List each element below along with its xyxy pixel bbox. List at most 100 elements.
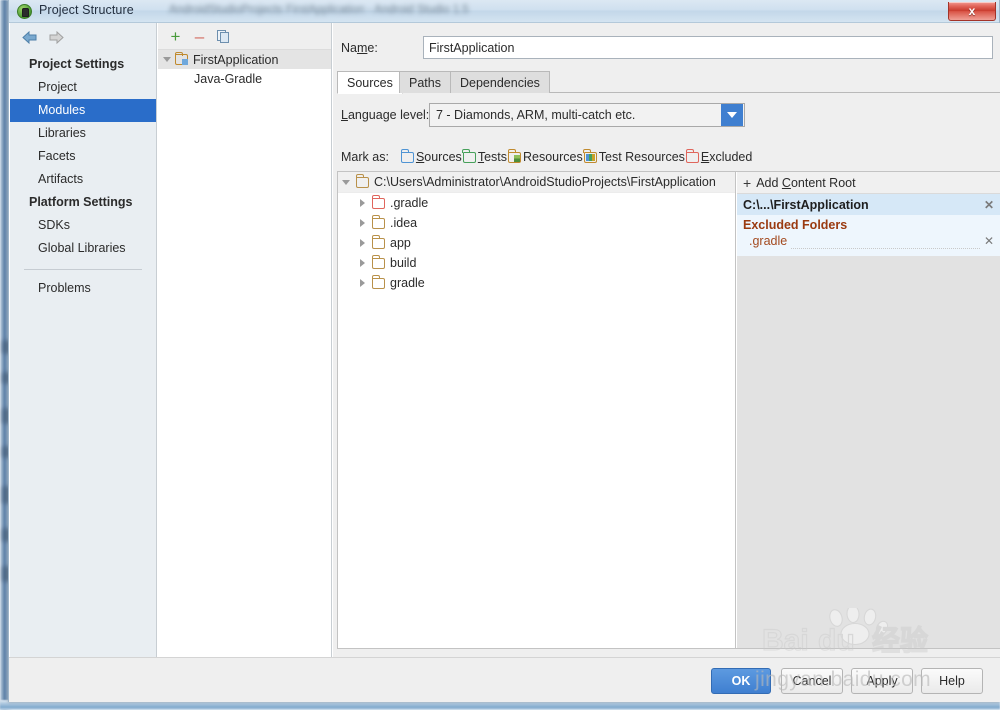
mark-as-excluded-button[interactable]: Excluded xyxy=(685,149,753,164)
add-content-root-button[interactable]: + Add Content Root xyxy=(737,172,1000,194)
sidebar-item-libraries[interactable]: Libraries xyxy=(10,122,156,145)
mark-as-label: Mark as: xyxy=(341,150,389,164)
modules-toolbar: + – xyxy=(158,23,331,50)
remove-module-button[interactable]: – xyxy=(191,28,208,45)
back-button[interactable] xyxy=(21,30,38,45)
plus-icon: + xyxy=(743,174,752,191)
add-content-root-label: Add Content Root xyxy=(756,175,856,190)
tree-item-label: .idea xyxy=(390,216,418,230)
arrow-right-icon xyxy=(49,31,64,44)
cancel-button[interactable]: Cancel xyxy=(781,668,843,694)
tree-row-gradle[interactable]: gradle xyxy=(338,273,735,293)
settings-sidebar: Project Settings Project Modules Librari… xyxy=(10,23,157,657)
folder-resources-icon xyxy=(507,149,521,163)
mark-as-sources-label: Sources xyxy=(415,150,462,164)
mark-as-tests-label: Tests xyxy=(477,150,507,164)
tree-row-app[interactable]: app xyxy=(338,233,735,253)
folder-test-resources-icon xyxy=(583,149,597,163)
folder-sources-icon xyxy=(400,149,414,163)
sidebar-item-problems[interactable]: Problems xyxy=(10,277,156,300)
mark-as-resources-button[interactable]: Resources xyxy=(507,149,583,164)
module-folder-icon xyxy=(174,51,188,65)
modules-panel: + – FirstApplication Java-Gradle xyxy=(158,23,332,657)
tree-row-root[interactable]: C:\Users\Administrator\AndroidStudioProj… xyxy=(338,172,735,193)
navigation-toolbar xyxy=(10,23,156,51)
excluded-folder-row[interactable]: .gradle ✕ xyxy=(737,234,1000,252)
help-button[interactable]: Help xyxy=(921,668,983,694)
tree-row-gradle-hidden[interactable]: .gradle xyxy=(338,193,735,213)
folder-icon xyxy=(355,174,369,188)
tree-item-label: app xyxy=(390,236,411,250)
sidebar-divider xyxy=(24,269,142,270)
content-tree[interactable]: C:\Users\Administrator\AndroidStudioProj… xyxy=(338,172,736,648)
name-row: Name: xyxy=(341,36,993,60)
mark-as-test-resources-button[interactable]: Test Resources xyxy=(583,149,685,164)
excluded-folder-label: .gradle xyxy=(749,234,788,248)
forward-button[interactable] xyxy=(47,30,64,45)
folder-excluded-icon xyxy=(685,149,699,163)
name-label: Name: xyxy=(341,41,378,55)
language-level-select[interactable]: 7 - Diamonds, ARM, multi-catch etc. xyxy=(429,103,745,127)
chevron-down-icon xyxy=(163,57,171,62)
nav-group-platform-settings: Platform Settings xyxy=(29,195,133,209)
chevron-right-icon[interactable] xyxy=(360,239,365,247)
module-tree-item-firstapplication[interactable]: FirstApplication xyxy=(158,50,331,69)
settings-nav-list: Project Settings Project Modules Librari… xyxy=(10,51,156,300)
tab-sources[interactable]: Sources xyxy=(337,71,403,94)
screen-root: AndroidStudioProjects FirstApplication -… xyxy=(0,0,1000,710)
content-panes: C:\Users\Administrator\AndroidStudioProj… xyxy=(337,171,1000,649)
facet-label: Java-Gradle xyxy=(194,71,263,86)
sidebar-item-artifacts[interactable]: Artifacts xyxy=(10,168,156,191)
apply-button[interactable]: Apply xyxy=(851,668,913,694)
tab-dependencies[interactable]: Dependencies xyxy=(450,71,550,93)
sidebar-item-sdks[interactable]: SDKs xyxy=(10,214,156,237)
title-bar: AndroidStudioProjects FirstApplication -… xyxy=(9,0,999,23)
sidebar-item-facets[interactable]: Facets xyxy=(10,145,156,168)
tree-row-build[interactable]: build xyxy=(338,253,735,273)
content-roots-pane: + Add Content Root C:\...\FirstApplicati… xyxy=(737,172,1000,648)
folder-tests-icon xyxy=(462,149,476,163)
mark-as-excluded-label: Excluded xyxy=(700,150,753,164)
mark-as-sources-button[interactable]: Sources xyxy=(400,149,462,164)
chevron-right-icon[interactable] xyxy=(360,279,365,287)
folder-icon xyxy=(371,275,385,289)
tree-item-label: gradle xyxy=(390,276,425,290)
add-module-button[interactable]: + xyxy=(167,28,184,45)
ok-button[interactable]: OK xyxy=(711,668,771,694)
chevron-right-icon[interactable] xyxy=(360,219,365,227)
tree-row-idea[interactable]: .idea xyxy=(338,213,735,233)
module-label: FirstApplication xyxy=(193,52,279,67)
copy-module-button[interactable] xyxy=(215,28,232,45)
content-root-path: C:\...\FirstApplication xyxy=(743,197,869,212)
chevron-right-icon[interactable] xyxy=(360,199,365,207)
chevron-down-icon[interactable] xyxy=(342,179,350,185)
plus-icon: + xyxy=(170,26,181,46)
arrow-left-icon xyxy=(21,31,36,44)
tab-paths[interactable]: Paths xyxy=(399,71,451,93)
excluded-folders-section: Excluded Folders .gradle ✕ xyxy=(737,215,1000,256)
close-icon: x xyxy=(968,4,976,18)
module-tree-item-java-gradle[interactable]: Java-Gradle xyxy=(158,69,331,88)
module-name-input[interactable] xyxy=(423,36,993,59)
sidebar-item-modules[interactable]: Modules xyxy=(10,99,156,122)
content-root-entry[interactable]: C:\...\FirstApplication ✕ xyxy=(737,194,1000,215)
close-icon[interactable]: ✕ xyxy=(984,234,994,248)
minus-icon: – xyxy=(194,26,205,46)
nav-group-project-settings: Project Settings xyxy=(29,57,125,71)
sidebar-item-project[interactable]: Project xyxy=(10,76,156,99)
sidebar-item-global-libraries[interactable]: Global Libraries xyxy=(10,237,156,260)
module-detail-panel: Name: Sources Paths Dependencies Languag… xyxy=(333,23,1000,657)
dialog-body: Project Settings Project Modules Librari… xyxy=(9,23,1000,657)
mark-as-row: Mark as: Sources Tests Resources Test Re… xyxy=(341,148,752,166)
close-icon[interactable]: ✕ xyxy=(984,198,994,212)
folder-icon xyxy=(371,255,385,269)
mark-as-test-resources-label: Test Resources xyxy=(598,150,685,164)
folder-icon xyxy=(371,215,385,229)
chevron-right-icon[interactable] xyxy=(360,259,365,267)
dialog-footer: OK Cancel Apply Help xyxy=(9,657,1000,702)
detail-tabs: Sources Paths Dependencies xyxy=(337,70,1000,94)
mark-as-tests-button[interactable]: Tests xyxy=(462,149,507,164)
close-button[interactable]: x xyxy=(948,2,996,21)
dotted-leader xyxy=(791,248,980,249)
chevron-down-icon[interactable] xyxy=(721,104,743,126)
